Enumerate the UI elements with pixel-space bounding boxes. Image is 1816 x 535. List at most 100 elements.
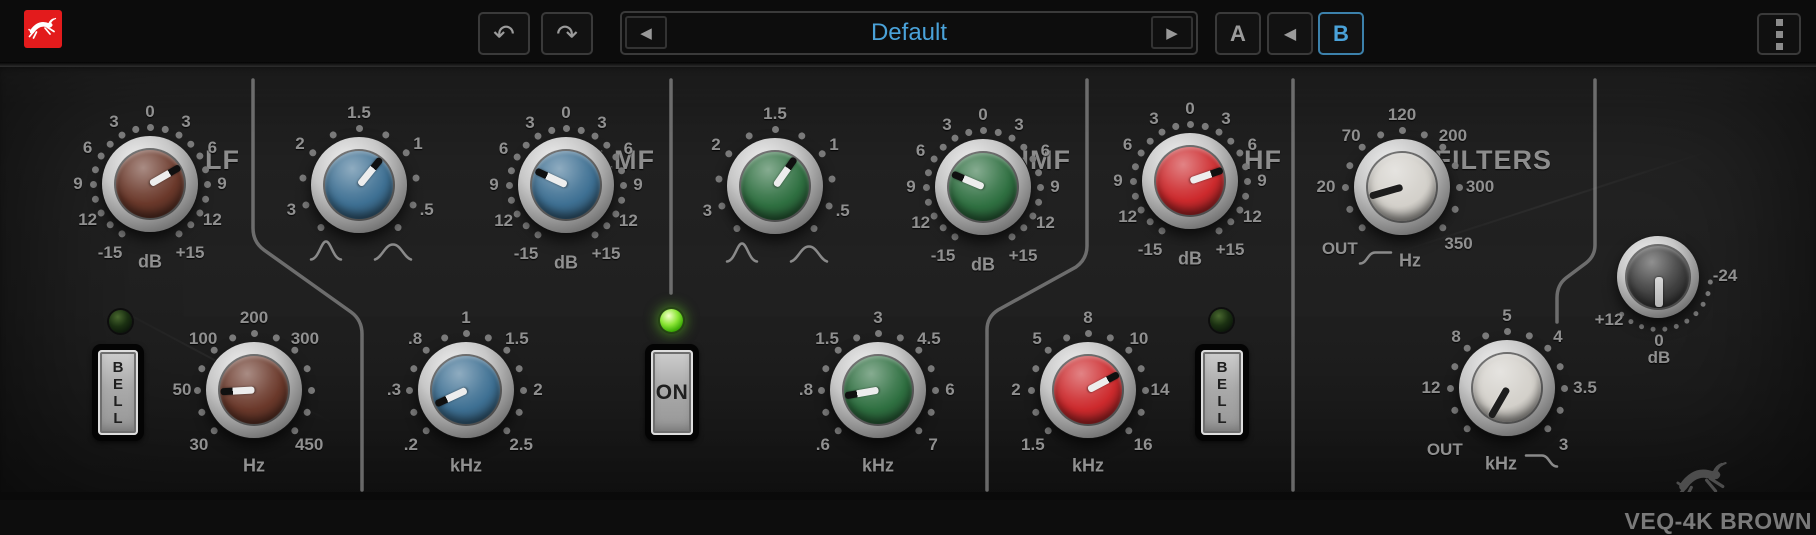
hpf-freq-knob[interactable] (1354, 139, 1450, 235)
lmf-gain-knob[interactable] (518, 137, 614, 233)
knob-scale-label: +15 (1008, 246, 1038, 266)
hmf-gain-knob[interactable] (935, 139, 1031, 235)
tick-mark (1033, 197, 1043, 207)
lpf-freq-knob[interactable] (1459, 340, 1555, 436)
ab-b-label: B (1333, 20, 1349, 46)
knob-scale-label: 0 (978, 105, 988, 124)
knob-scale-label: 450 (294, 435, 324, 455)
tick-mark (922, 183, 930, 191)
knob-scale-label: dB (1647, 348, 1671, 367)
hf-gain-knob[interactable] (1142, 133, 1238, 229)
tick-mark (1170, 121, 1180, 131)
tick-mark (714, 174, 723, 183)
knob-scale-label: 1.5 (763, 104, 787, 123)
knob-scale-label: .5 (835, 200, 850, 220)
knob-scale-label: .3 (386, 380, 402, 399)
tick-mark (562, 124, 570, 132)
tick-mark (1446, 384, 1454, 392)
undo-button[interactable]: ↶ (478, 12, 530, 55)
tick-mark (506, 165, 516, 175)
knob-scale-label: 3 (597, 112, 607, 132)
lmf-freq-knob[interactable] (418, 342, 514, 438)
redo-button[interactable]: ↷ (541, 12, 593, 55)
preset-name[interactable]: Default (682, 13, 1136, 53)
knob-scale-label: 10 (1129, 329, 1149, 349)
ab-b-button[interactable]: B (1318, 12, 1364, 55)
ab-a-button[interactable]: A (1215, 12, 1261, 55)
tick-mark (546, 125, 556, 135)
lf-bell-button[interactable]: B E L L (92, 344, 144, 441)
tick-mark (1341, 183, 1349, 191)
knob-scale-label: 6 (915, 141, 926, 160)
knob-scale-label: OUT (1426, 440, 1463, 460)
ab-copy-button[interactable]: ◀ (1267, 12, 1313, 55)
knob-scale-label: 0 (561, 103, 571, 122)
knob-scale-label: 6 (945, 380, 955, 399)
knob-scale-label: 300 (290, 329, 320, 349)
tick-mark (1455, 183, 1463, 191)
lf-gain-knob[interactable] (102, 136, 198, 232)
knob-scale-label: 1 (461, 308, 471, 327)
tick-mark (193, 386, 201, 394)
hmf-freq-knob[interactable] (830, 342, 926, 438)
left-triangle-icon: ◀ (640, 24, 652, 42)
knob-scale-label: 3 (109, 111, 119, 131)
hf-bell-button[interactable]: B E L L (1195, 344, 1249, 441)
knob-scale-label: 6 (82, 138, 93, 157)
knob-scale-label: 6 (1122, 135, 1133, 154)
toolbar: ↶ ↷ ◀ Default ▶ A ◀ B (0, 0, 1816, 62)
preset-selector: ◀ Default ▶ (620, 11, 1198, 55)
preset-prev-button[interactable]: ◀ (625, 16, 667, 49)
kebab-menu-icon (1775, 18, 1783, 26)
menu-button[interactable] (1757, 13, 1801, 55)
knob-scale-label: -15 (930, 246, 956, 266)
preset-next-button[interactable]: ▶ (1151, 16, 1193, 49)
knob-scale-label: 12 (1035, 213, 1055, 232)
tick-mark (203, 180, 211, 188)
tick-mark (1129, 177, 1137, 185)
knob-scale-label: 2 (1011, 380, 1021, 399)
knob-scale-label: 1 (829, 134, 839, 154)
lmf-q-knob[interactable] (311, 137, 407, 233)
knob-scale-label: 350 (1444, 233, 1473, 253)
bell-wide-icon (373, 238, 413, 269)
knob-scale-label: .6 (815, 435, 830, 455)
tick-mark (146, 123, 154, 131)
knob-scale-label: 1.5 (347, 103, 371, 122)
knob-scale-label: +15 (591, 244, 621, 264)
knob-scale-label: 12 (1118, 207, 1138, 226)
tick-mark (160, 124, 170, 134)
hf-gain-unit-label: dB (1178, 248, 1202, 269)
output-gain-knob[interactable] (1617, 236, 1699, 318)
knob-scale-label: 100 (188, 329, 218, 349)
tick-mark (90, 194, 100, 204)
lf-freq-knob[interactable] (206, 342, 302, 438)
right-triangle-icon: ▶ (1166, 24, 1178, 42)
knob-scale-label: 9 (73, 174, 83, 193)
tick-mark (1240, 161, 1250, 171)
knob-scale-label: 3 (1558, 434, 1569, 454)
tick-mark (1130, 161, 1140, 171)
knob-scale-label: 16 (1133, 435, 1153, 455)
knob-scale-label: 12 (1242, 207, 1262, 226)
knob-scale-label: 9 (217, 174, 227, 193)
knob-scale-label: 14 (1150, 380, 1170, 399)
knob-scale-label: .8 (408, 329, 423, 349)
knob-scale-label: 12 (911, 213, 931, 232)
tick-mark (1084, 329, 1092, 337)
eq-on-button[interactable]: ON (645, 344, 699, 441)
knob-scale-label: 5 (1502, 306, 1512, 325)
knob-scale-label: 1.5 (505, 329, 529, 349)
tick-mark (1704, 289, 1711, 297)
tick-mark (827, 174, 836, 183)
lmf-gain-unit-label: dB (554, 252, 578, 273)
knob-scale-label: 6 (207, 138, 218, 157)
knob-scale-label: -24 (1712, 266, 1738, 285)
undo-icon: ↶ (493, 18, 515, 49)
knob-scale-label: 3 (1014, 114, 1024, 134)
knob-scale-label: 2.5 (509, 435, 533, 455)
knob-scale-label: .5 (419, 199, 434, 219)
hf-freq-knob[interactable] (1040, 342, 1136, 438)
hmf-q-knob[interactable] (727, 138, 823, 234)
tick-mark (874, 329, 882, 337)
